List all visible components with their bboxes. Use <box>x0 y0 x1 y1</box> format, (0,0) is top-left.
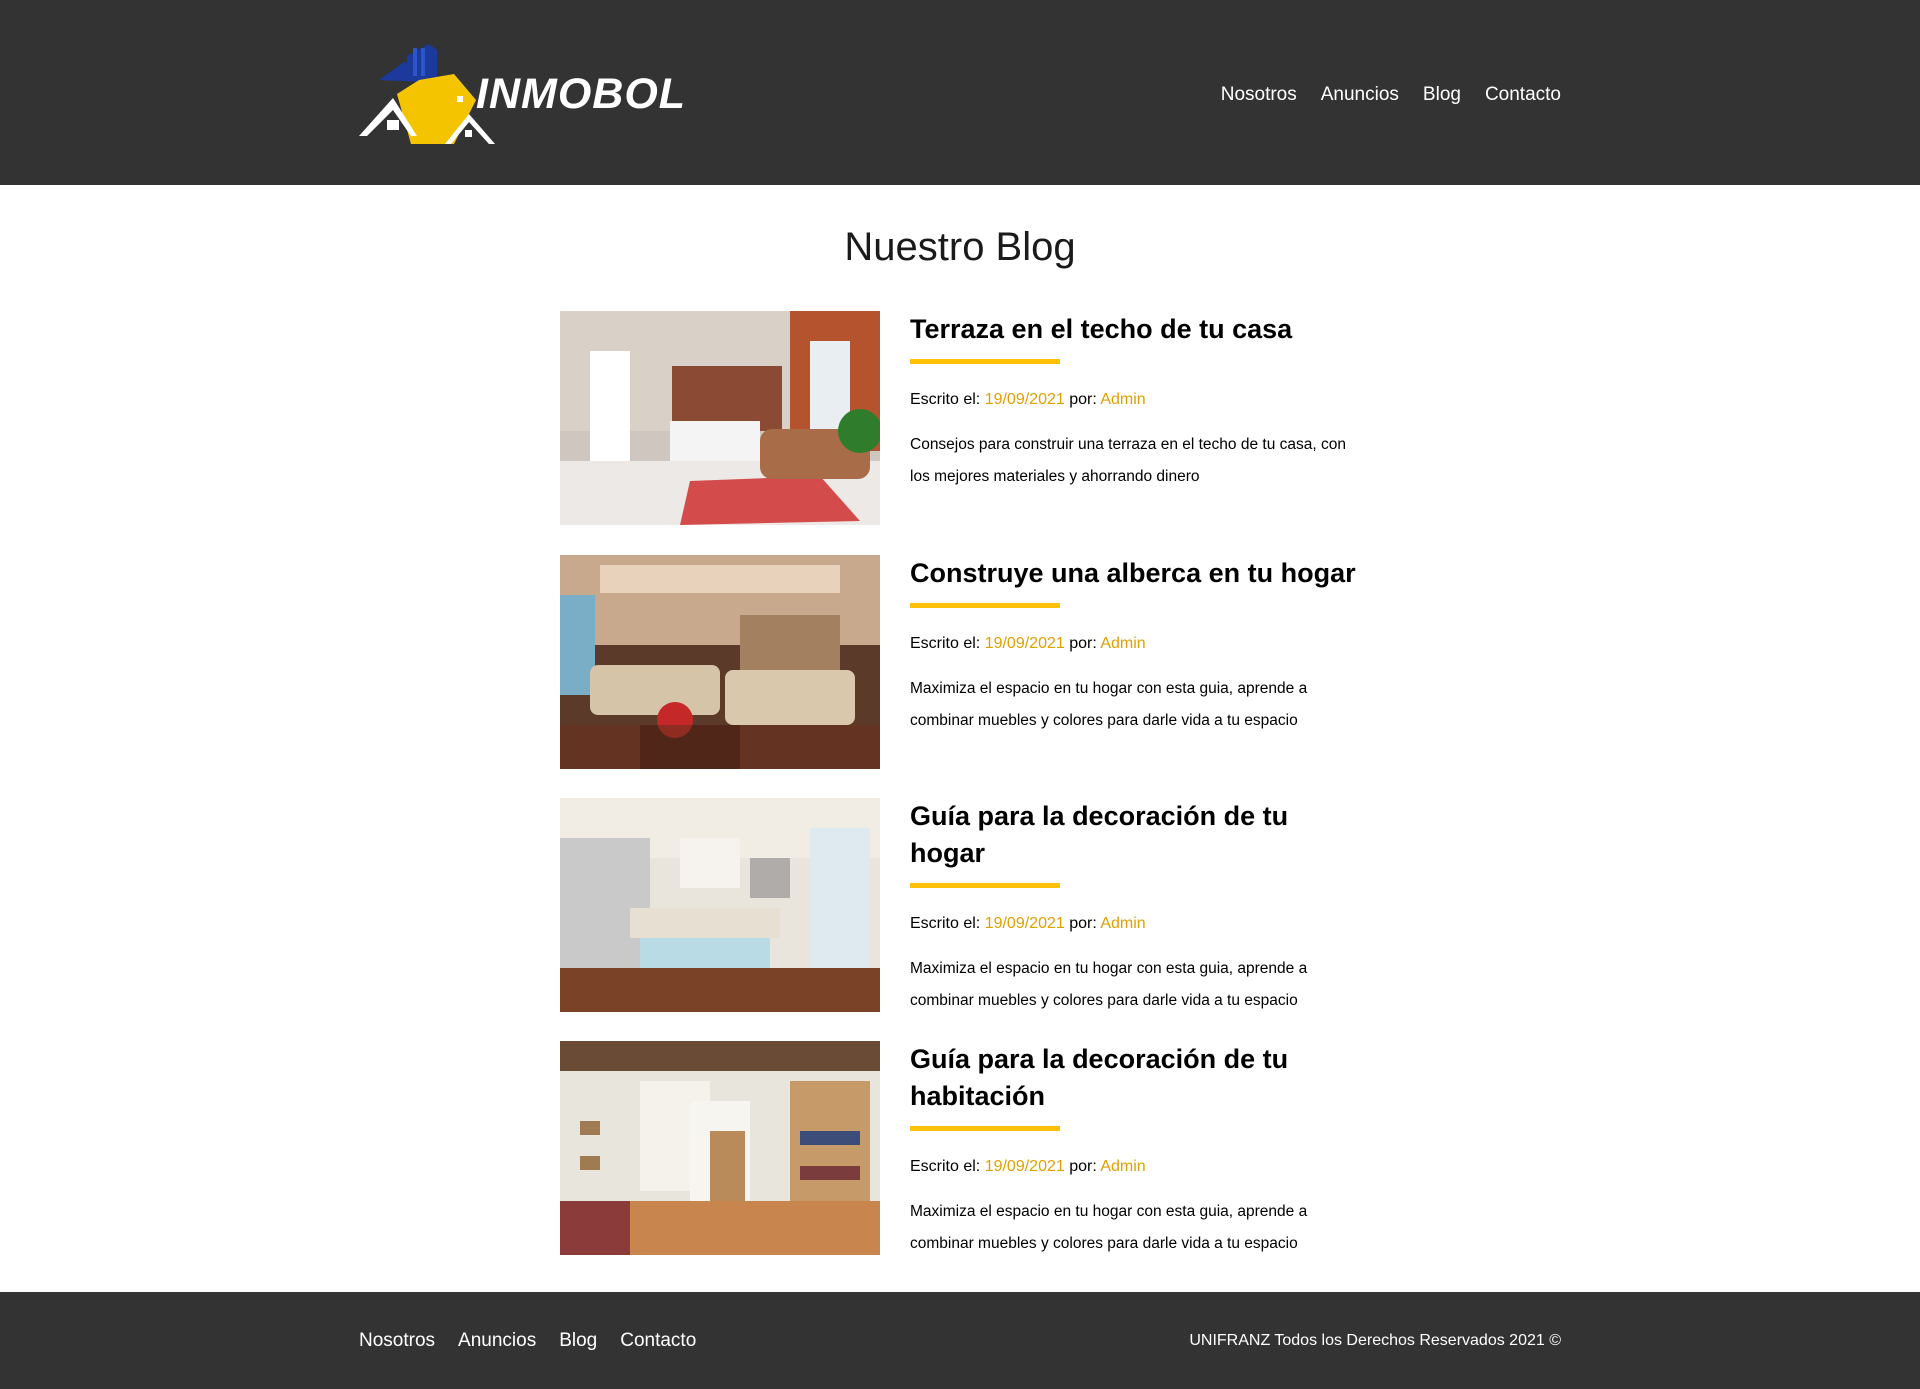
entry-excerpt: Maximiza el espacio en tu hogar con esta… <box>910 960 1308 1009</box>
entry-title[interactable]: Terraza en el techo de tu casa <box>910 311 1360 348</box>
footer-link-contacto[interactable]: Contacto <box>620 1330 696 1352</box>
nav-link-blog[interactable]: Blog <box>1423 84 1461 106</box>
page-title: Nuestro Blog <box>844 225 1076 269</box>
footer-link-anuncios[interactable]: Anuncios <box>458 1330 536 1352</box>
title-underline <box>910 883 1060 888</box>
nav-link-contacto[interactable]: Contacto <box>1485 84 1561 106</box>
meta-label: Escrito el: <box>910 915 985 932</box>
entry-author: Admin <box>1100 391 1146 408</box>
entry-excerpt: Maximiza el espacio en tu hogar con esta… <box>910 1203 1308 1252</box>
entry-date: 19/09/2021 <box>984 915 1065 932</box>
nav-link-nosotros[interactable]: Nosotros <box>1221 84 1297 106</box>
footer-link-nosotros[interactable]: Nosotros <box>359 1330 435 1352</box>
entry-content: Construye una alberca en tu hogar Escrit… <box>910 555 1360 737</box>
site-header: INMOBOL Nosotros Anuncios Blog Contacto <box>0 0 1920 185</box>
entry-title[interactable]: Guía para la decoración de tu habitación <box>910 1041 1360 1115</box>
author-label: por: <box>1064 391 1101 408</box>
logo[interactable]: INMOBOL <box>359 40 685 145</box>
entry-author: Admin <box>1100 1158 1146 1175</box>
copyright-text: UNIFRANZ Todos los Derechos Reservados 2… <box>1189 1332 1561 1349</box>
entry-author: Admin <box>1100 635 1146 652</box>
title-underline <box>910 1126 1060 1131</box>
entry-excerpt: Consejos para construir una terraza en e… <box>910 436 1346 485</box>
entry-content: Terraza en el techo de tu casa Escrito e… <box>910 311 1360 493</box>
entry-image[interactable] <box>560 555 880 769</box>
nav-link-anuncios[interactable]: Anuncios <box>1321 84 1399 106</box>
title-underline <box>910 359 1060 364</box>
meta-label: Escrito el: <box>910 391 985 408</box>
entry-image[interactable] <box>560 1041 880 1255</box>
entry-excerpt: Maximiza el espacio en tu hogar con esta… <box>910 680 1308 729</box>
entry-image[interactable] <box>560 798 880 1012</box>
entry-title[interactable]: Guía para la decoración de tu hogar <box>910 798 1360 872</box>
main-nav: Nosotros Anuncios Blog Contacto <box>1197 84 1561 106</box>
entry-date: 19/09/2021 <box>984 391 1065 408</box>
entry-image[interactable] <box>560 311 880 525</box>
author-label: por: <box>1064 915 1101 932</box>
entry-meta: Escrito el: 19/09/2021 por: Admin <box>910 391 1360 409</box>
entry-content: Guía para la decoración de tu hogar Escr… <box>910 798 1360 1017</box>
meta-label: Escrito el: <box>910 1158 985 1175</box>
author-label: por: <box>1064 635 1101 652</box>
entry-date: 19/09/2021 <box>984 635 1065 652</box>
entry-date: 19/09/2021 <box>984 1158 1065 1175</box>
entry-author: Admin <box>1100 915 1146 932</box>
meta-label: Escrito el: <box>910 635 985 652</box>
title-underline <box>910 603 1060 608</box>
entry-content: Guía para la decoración de tu habitación… <box>910 1041 1360 1260</box>
entry-meta: Escrito el: 19/09/2021 por: Admin <box>910 915 1360 933</box>
entry-meta: Escrito el: 19/09/2021 por: Admin <box>910 635 1360 653</box>
entry-meta: Escrito el: 19/09/2021 por: Admin <box>910 1158 1360 1176</box>
footer-nav: Nosotros Anuncios Blog Contacto <box>359 1330 719 1352</box>
site-footer: Nosotros Anuncios Blog Contacto UNIFRANZ… <box>0 1292 1920 1389</box>
logo-text: INMOBOL <box>476 70 687 118</box>
author-label: por: <box>1064 1158 1101 1175</box>
entry-title[interactable]: Construye una alberca en tu hogar <box>910 555 1360 592</box>
footer-link-blog[interactable]: Blog <box>559 1330 597 1352</box>
